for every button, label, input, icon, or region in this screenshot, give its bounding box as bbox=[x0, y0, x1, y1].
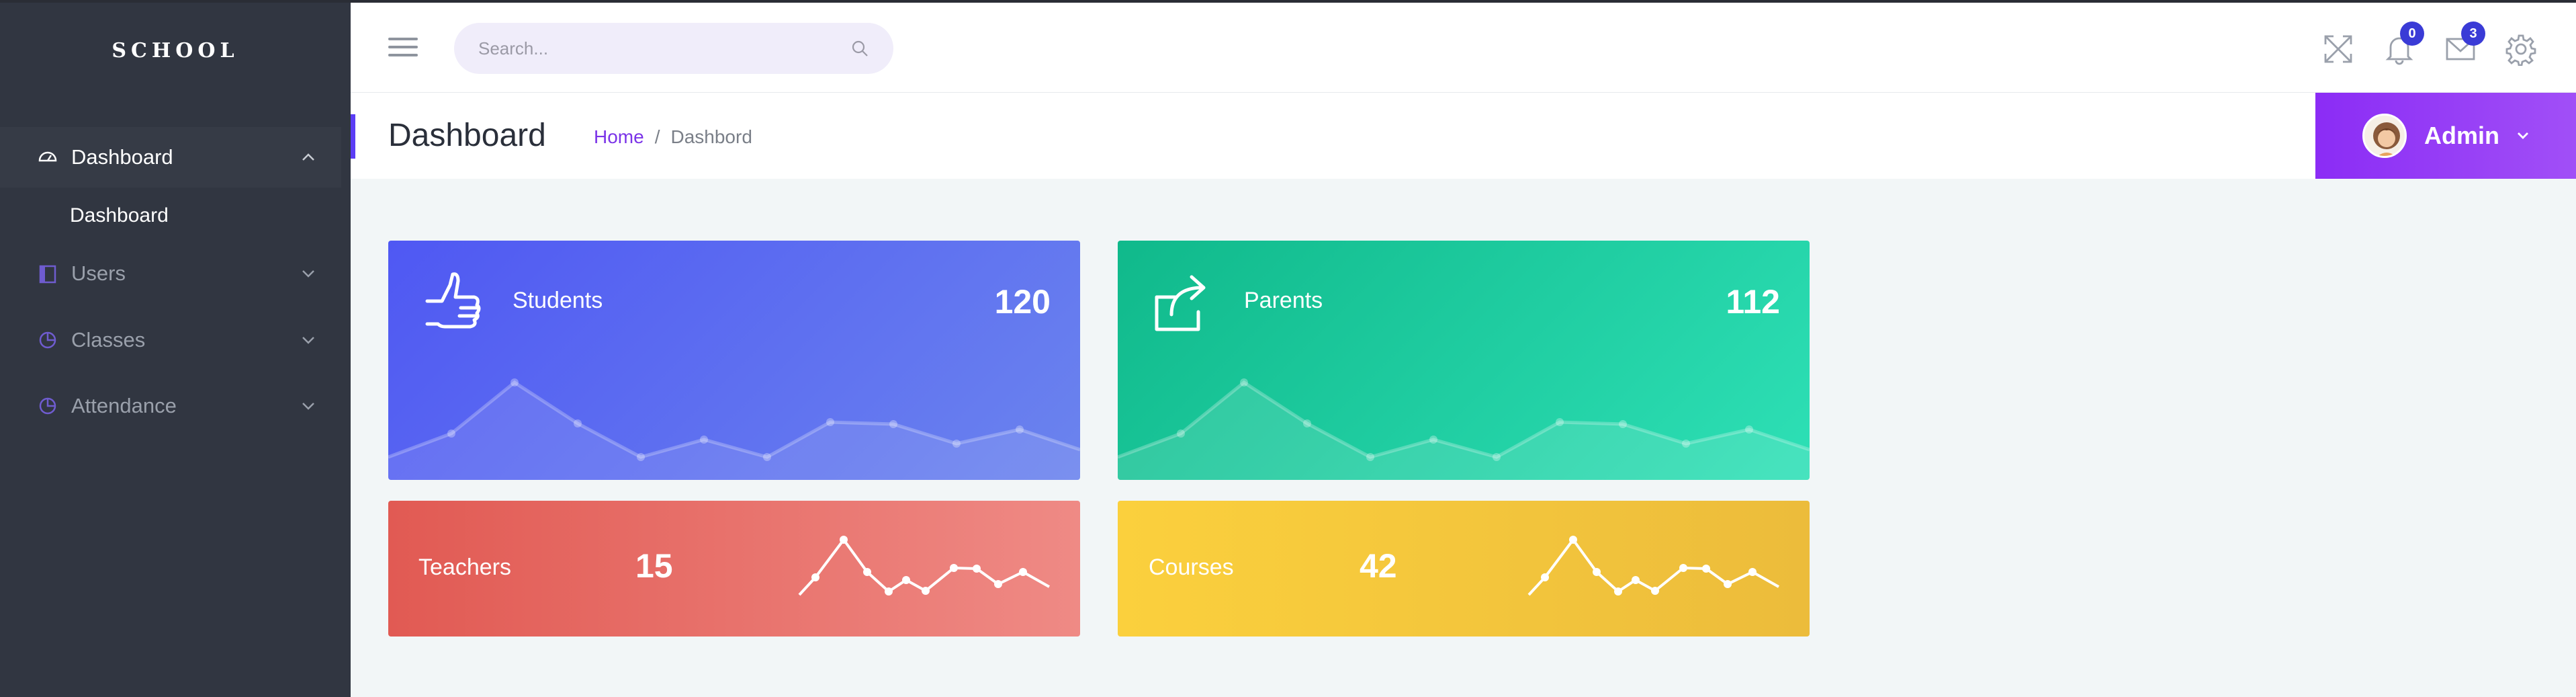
sidebar-subitem-dashboard[interactable]: Dashboard bbox=[70, 204, 169, 227]
students-count: 120 bbox=[994, 283, 1051, 321]
user-menu[interactable]: Admin bbox=[2315, 93, 2576, 179]
messages-badge: 3 bbox=[2461, 22, 2485, 46]
brand-logo[interactable]: SCHOOL bbox=[0, 3, 351, 99]
parents-count: 112 bbox=[1726, 283, 1780, 321]
breadcrumb-current: Dashbord bbox=[670, 126, 752, 147]
breadcrumb-home-link[interactable]: Home bbox=[594, 126, 644, 148]
menu-toggle-icon[interactable] bbox=[388, 38, 418, 60]
search-icon[interactable] bbox=[850, 39, 869, 58]
breadcrumb: Home / Dashbord bbox=[594, 126, 752, 148]
notifications-badge: 0 bbox=[2400, 22, 2424, 46]
settings-gear-icon[interactable] bbox=[2504, 32, 2538, 67]
breadcrumb-separator: / bbox=[654, 126, 660, 147]
avatar bbox=[2362, 114, 2407, 158]
sidebar-item-label: Dashboard bbox=[71, 145, 173, 169]
fullscreen-icon[interactable] bbox=[2321, 32, 2355, 66]
sidebar-item-label: Attendance bbox=[71, 394, 177, 417]
parents-sparkline bbox=[1118, 378, 1810, 480]
search-box bbox=[454, 23, 893, 74]
gauge-icon bbox=[38, 147, 58, 167]
search-input[interactable] bbox=[478, 38, 850, 59]
title-accent-bar bbox=[351, 114, 355, 159]
page-title: Dashboard bbox=[388, 118, 546, 153]
parents-label: Parents bbox=[1244, 288, 1323, 313]
page-title-bar: Dashboard Home / Dashbord Admin bbox=[351, 93, 2576, 179]
pie-icon bbox=[38, 330, 58, 350]
sidebar-item-dashboard[interactable]: Dashboard bbox=[0, 127, 341, 188]
students-card[interactable]: Students 120 bbox=[388, 241, 1080, 480]
teachers-sparkline bbox=[798, 536, 1050, 596]
chevron-down-icon bbox=[302, 270, 314, 278]
user-name: Admin bbox=[2424, 122, 2499, 149]
sidebar: SCHOOL Dashboard Dashboard Users Classes… bbox=[0, 3, 351, 697]
chevron-down-icon bbox=[302, 337, 314, 344]
students-sparkline bbox=[388, 378, 1080, 480]
pie-icon bbox=[38, 396, 58, 416]
courses-sparkline bbox=[1527, 536, 1779, 596]
sidebar-item-attendance[interactable]: Attendance bbox=[0, 376, 341, 436]
sidebar-item-label: Classes bbox=[71, 328, 146, 352]
top-header: 0 3 bbox=[351, 3, 2576, 93]
sidebar-item-label: Users bbox=[71, 261, 126, 285]
share-icon bbox=[1155, 275, 1206, 331]
courses-card[interactable]: Courses 42 bbox=[1118, 501, 1810, 637]
thumbs-up-icon bbox=[425, 272, 481, 329]
teachers-card[interactable]: Teachers 15 bbox=[388, 501, 1080, 637]
messages-mail-icon[interactable]: 3 bbox=[2444, 22, 2485, 66]
notifications-bell-icon[interactable]: 0 bbox=[2383, 22, 2424, 66]
chevron-down-icon bbox=[302, 403, 314, 410]
chevron-down-icon bbox=[2518, 132, 2528, 139]
students-label: Students bbox=[513, 288, 603, 313]
sidebar-item-classes[interactable]: Classes bbox=[0, 310, 341, 370]
chevron-up-icon bbox=[302, 153, 314, 161]
book-icon bbox=[38, 263, 58, 284]
sidebar-item-users[interactable]: Users bbox=[0, 243, 341, 304]
parents-card[interactable]: Parents 112 bbox=[1118, 241, 1810, 480]
